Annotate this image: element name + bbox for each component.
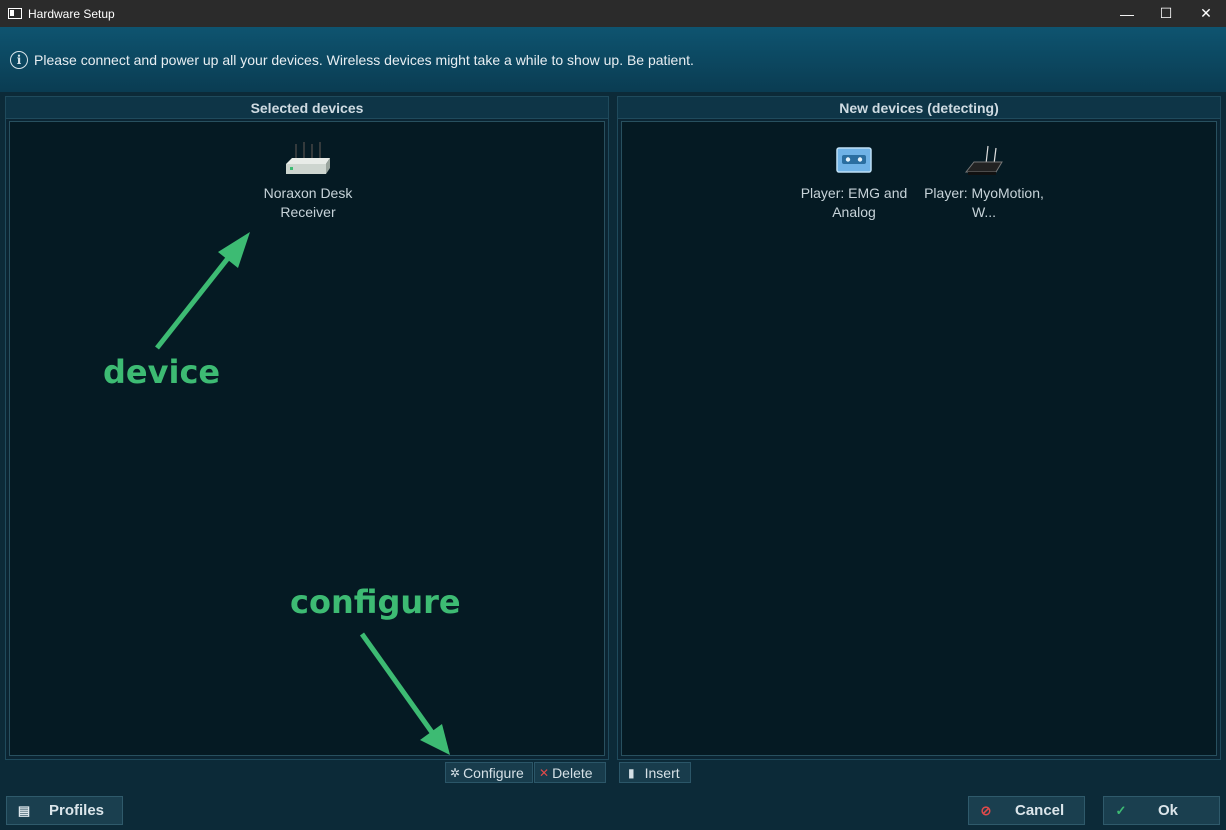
annotation-configure: configure (290, 583, 461, 621)
configure-arrowhead (420, 724, 450, 755)
configure-arrow (359, 632, 439, 740)
annotation-device: device (103, 353, 221, 391)
annotation-arrows (155, 232, 450, 755)
device-arrow (155, 246, 238, 350)
